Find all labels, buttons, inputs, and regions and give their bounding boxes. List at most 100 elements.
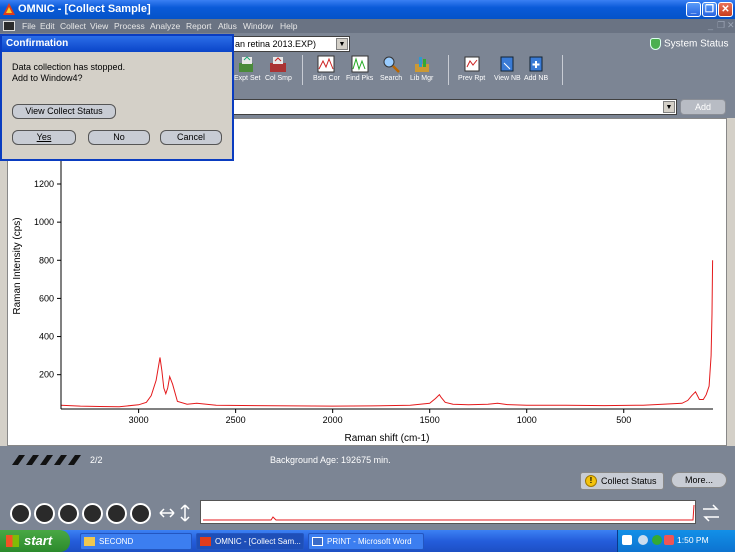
- dialog-message-line1: Data collection has stopped.: [12, 62, 126, 72]
- preview-report-icon: [464, 56, 480, 72]
- spectrum-chart[interactable]: 200400600800100012001400 300025002000150…: [8, 119, 726, 445]
- y-axis-label: Raman Intensity (cps): [12, 217, 23, 314]
- pointer-tool-icon[interactable]: [10, 503, 31, 524]
- tool-lib-mgr[interactable]: Lib Mgr: [410, 55, 433, 82]
- tool-prev-rpt[interactable]: Prev Rpt: [458, 55, 485, 82]
- title-bar[interactable]: OMNIC - [Collect Sample] _ ❐ ✕: [0, 0, 735, 19]
- alert-icon[interactable]: [664, 535, 674, 545]
- tool-add-nb[interactable]: Add NB: [524, 55, 548, 82]
- toolbar-separator: [302, 55, 303, 85]
- menu-file[interactable]: File: [22, 21, 36, 31]
- tool-label: Search: [380, 75, 403, 82]
- search-icon: [383, 56, 400, 73]
- menu-window[interactable]: Window: [243, 21, 273, 31]
- region-tool-icon[interactable]: [34, 503, 55, 524]
- window-select[interactable]: ▼: [232, 99, 677, 115]
- folder-icon: [84, 537, 95, 546]
- y-tick-label: 800: [39, 255, 54, 265]
- dialog-title[interactable]: Confirmation: [2, 36, 232, 52]
- scroll-arrows-icon[interactable]: [700, 501, 722, 525]
- x-axis-label: Raman shift (cm-1): [344, 433, 429, 444]
- collect-sample-icon: [270, 57, 287, 72]
- close-button[interactable]: ✕: [718, 2, 733, 17]
- tray-app-icon[interactable]: [622, 535, 632, 545]
- menu-atlus[interactable]: Atlus: [218, 21, 237, 31]
- taskbar-item-label: SECOND: [99, 537, 134, 546]
- mdi-close-icon[interactable]: ✕: [727, 20, 735, 31]
- menu-collect[interactable]: Collect: [60, 21, 86, 31]
- menu-process[interactable]: Process: [114, 21, 145, 31]
- word-icon: [312, 537, 323, 546]
- progress-stripes-icon: [12, 455, 81, 465]
- start-label: start: [24, 533, 53, 548]
- mdi-minimize-icon[interactable]: _: [708, 20, 713, 30]
- more-button[interactable]: More...: [671, 472, 727, 488]
- annotation-tool-icon[interactable]: [106, 503, 127, 524]
- system-status-label: System Status: [664, 38, 729, 50]
- x-tick-label: 1000: [517, 415, 537, 425]
- tool-label: Col Smp: [265, 75, 292, 82]
- tool-label: Prev Rpt: [458, 75, 486, 82]
- chevron-down-icon[interactable]: ▼: [663, 101, 675, 113]
- peak-area-tool-icon[interactable]: [82, 503, 103, 524]
- menu-report[interactable]: Report: [186, 21, 212, 31]
- security-icon[interactable]: [652, 535, 662, 545]
- tool-label: Expt Set: [234, 75, 261, 82]
- yes-button[interactable]: Yes: [12, 130, 76, 145]
- menu-help[interactable]: Help: [280, 21, 297, 31]
- toolbar-separator: [562, 55, 563, 85]
- zoom-arrows-icon[interactable]: [158, 503, 196, 523]
- experiment-setup-icon: [239, 56, 254, 72]
- chevron-down-icon[interactable]: ▼: [336, 38, 348, 50]
- menu-edit[interactable]: Edit: [40, 21, 55, 31]
- tool-label: Find Pks: [346, 75, 374, 82]
- cancel-button[interactable]: Cancel: [160, 130, 222, 145]
- text-tool-icon[interactable]: [130, 503, 151, 524]
- omnic-app-icon: [200, 537, 211, 546]
- menu-view[interactable]: View: [90, 21, 108, 31]
- tool-label: Bsln Cor: [313, 75, 340, 82]
- network-icon[interactable]: [638, 535, 648, 545]
- restore-button[interactable]: ❐: [702, 2, 717, 17]
- y-tick-label: 1000: [34, 217, 54, 227]
- toolbar-separator: [448, 55, 449, 85]
- tool-view-nb[interactable]: View NB: [494, 55, 521, 82]
- minimize-button[interactable]: _: [686, 2, 701, 17]
- tool-label: Lib Mgr: [410, 75, 434, 82]
- view-collect-status-button[interactable]: View Collect Status: [12, 104, 116, 119]
- start-button[interactable]: start: [0, 530, 70, 552]
- peak-height-tool-icon[interactable]: [58, 503, 79, 524]
- experiment-select[interactable]: an retina 2013.EXP) ▼: [232, 36, 350, 52]
- tool-search[interactable]: Search: [380, 55, 402, 82]
- confirmation-dialog: Confirmation Data collection has stopped…: [0, 34, 234, 161]
- add-button[interactable]: Add: [680, 99, 726, 115]
- warning-icon: !: [585, 475, 597, 487]
- windows-flag-icon: [6, 535, 19, 547]
- taskbar-item-omnic[interactable]: OMNIC - [Collect Sam...: [196, 533, 304, 550]
- tool-bsln-cor[interactable]: Bsln Cor: [313, 55, 340, 82]
- dialog-message: Data collection has stopped. Add to Wind…: [12, 62, 125, 84]
- tool-col-smp[interactable]: Col Smp: [265, 55, 292, 82]
- clock: 1:50 PM: [677, 535, 709, 545]
- collect-status-button[interactable]: ! Collect Status: [580, 472, 664, 490]
- no-button[interactable]: No: [88, 130, 150, 145]
- document-icon[interactable]: [3, 21, 15, 31]
- mdi-restore-icon[interactable]: ❐: [717, 20, 725, 31]
- library-manager-icon: [414, 57, 429, 72]
- spectrum-window[interactable]: 200400600800100012001400 300025002000150…: [7, 118, 727, 446]
- system-status[interactable]: System Status: [650, 38, 728, 50]
- y-tick-label: 600: [39, 293, 54, 303]
- x-tick-label: 3000: [129, 415, 149, 425]
- preview-line: [203, 504, 695, 521]
- menu-analyze[interactable]: Analyze: [150, 21, 180, 31]
- tool-find-pks[interactable]: Find Pks: [346, 55, 373, 82]
- find-peaks-icon: [351, 55, 369, 73]
- tool-expt-set[interactable]: Expt Set: [234, 55, 260, 82]
- collect-status-label: Collect Status: [601, 476, 657, 486]
- taskbar-item-word[interactable]: PRINT - Microsoft Word: [308, 533, 424, 550]
- window-title: OMNIC - [Collect Sample]: [18, 3, 151, 15]
- spectrum-preview[interactable]: [200, 500, 696, 524]
- taskbar-item-label: OMNIC - [Collect Sam...: [215, 537, 301, 546]
- taskbar-item-second[interactable]: SECOND: [80, 533, 192, 550]
- y-tick-label: 400: [39, 332, 54, 342]
